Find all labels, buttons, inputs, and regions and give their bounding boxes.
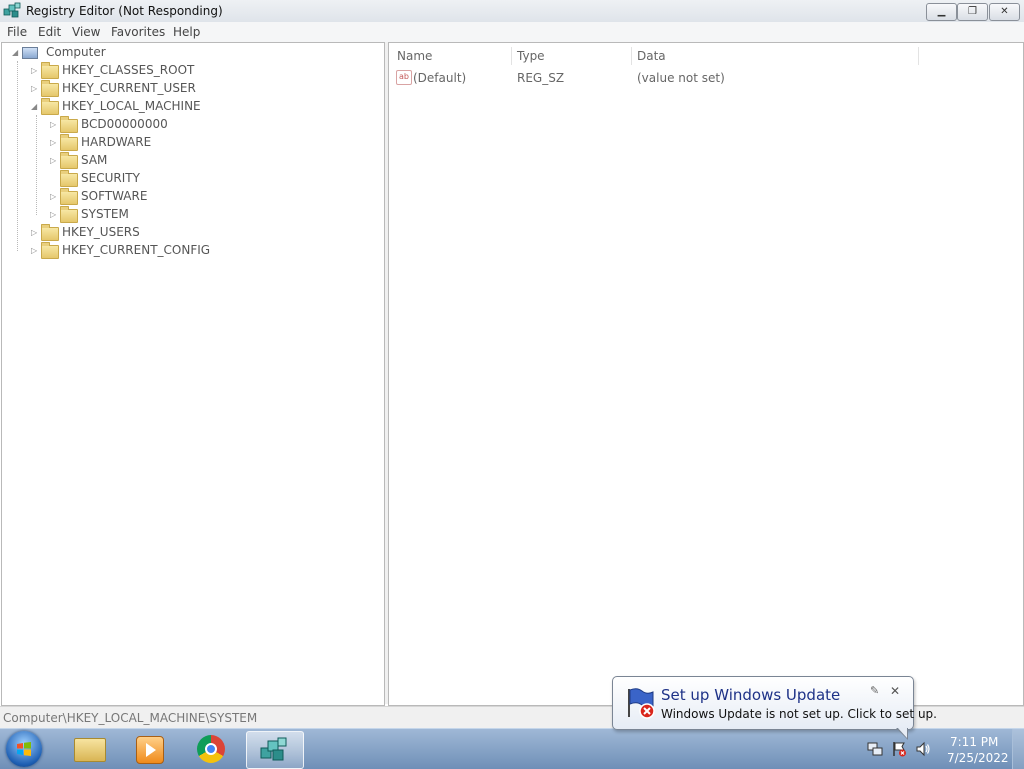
folder-icon xyxy=(60,170,78,187)
expand-arrow-icon[interactable]: ▷ xyxy=(50,157,58,165)
collapse-arrow-icon[interactable]: ◢ xyxy=(12,49,20,57)
tree-label: HKEY_CLASSES_ROOT xyxy=(62,63,195,77)
folder-icon xyxy=(60,116,78,133)
taskbar-chrome[interactable] xyxy=(184,731,240,767)
folder-icon xyxy=(60,188,78,205)
expand-arrow-icon[interactable]: ▷ xyxy=(50,211,58,219)
folder-icon xyxy=(41,242,59,259)
title-bar[interactable]: Registry Editor (Not Responding) ▁ ❐ ✕ xyxy=(0,0,1024,23)
menu-help[interactable]: Help xyxy=(173,25,200,39)
status-path: Computer\HKEY_LOCAL_MACHINE\SYSTEM xyxy=(3,711,258,725)
value-type: REG_SZ xyxy=(517,71,565,85)
tree-label: HKEY_USERS xyxy=(62,225,140,239)
balloon-tail-fill xyxy=(897,727,907,738)
tree-label: HKEY_CURRENT_USER xyxy=(62,81,196,95)
collapse-arrow-icon[interactable]: ◢ xyxy=(31,103,39,111)
windows-update-notification[interactable]: Set up Windows Update Windows Update is … xyxy=(612,676,937,740)
registry-tree[interactable]: ◢ Computer ▷ HKEY_CLASSES_ROOT ▷ HKEY_CU… xyxy=(1,42,385,706)
value-name: (Default) xyxy=(413,71,467,85)
chrome-icon xyxy=(197,735,225,763)
folder-icon xyxy=(41,80,59,97)
start-button[interactable] xyxy=(6,731,42,767)
menu-view[interactable]: View xyxy=(72,25,100,39)
column-divider[interactable] xyxy=(511,47,512,65)
clock-date[interactable]: 7/25/2022 xyxy=(947,751,1009,765)
tree-label: HKEY_CURRENT_CONFIG xyxy=(62,243,211,257)
folder-icon xyxy=(60,152,78,169)
clock-time[interactable]: 7:11 PM xyxy=(950,735,998,749)
column-divider[interactable] xyxy=(918,47,919,65)
column-header-data[interactable]: Data xyxy=(637,49,666,63)
computer-icon xyxy=(22,47,38,59)
menu-file[interactable]: File xyxy=(7,25,27,39)
tree-label: SYSTEM xyxy=(81,207,129,221)
tree-label: HKEY_LOCAL_MACHINE xyxy=(62,99,201,113)
notification-title[interactable]: Set up Windows Update xyxy=(661,686,840,704)
folder-icon xyxy=(41,62,59,79)
action-center-flag-icon xyxy=(628,688,655,719)
menu-bar: File Edit View Favorites Help xyxy=(0,22,1024,42)
tree-label: HARDWARE xyxy=(81,135,152,149)
notification-close-button[interactable]: ✕ xyxy=(890,684,900,698)
taskbar-media-player[interactable] xyxy=(122,731,178,767)
settings-wrench-icon[interactable]: ✎ xyxy=(870,684,879,697)
window-title: Registry Editor (Not Responding) xyxy=(26,4,223,18)
menu-favorites[interactable]: Favorites xyxy=(111,25,165,39)
expand-arrow-icon[interactable]: ▷ xyxy=(31,247,39,255)
tree-label: BCD00000000 xyxy=(81,117,168,131)
minimize-button[interactable]: ▁ xyxy=(926,3,957,21)
folder-icon xyxy=(41,224,59,241)
show-desktop-button[interactable] xyxy=(1012,729,1024,769)
notification-text[interactable]: Windows Update is not set up. Click to s… xyxy=(661,707,937,721)
maximize-button[interactable]: ❐ xyxy=(957,3,988,21)
windows-explorer-icon xyxy=(74,738,106,762)
registry-editor-icon xyxy=(3,2,21,18)
value-data: (value not set) xyxy=(637,71,725,85)
tree-label: SOFTWARE xyxy=(81,189,148,203)
menu-edit[interactable]: Edit xyxy=(38,25,61,39)
no-expander xyxy=(50,175,58,183)
registry-editor-icon xyxy=(260,737,287,761)
column-header-type[interactable]: Type xyxy=(517,49,545,63)
taskbar: 7:11 PM 7/25/2022 xyxy=(0,728,1024,769)
close-button[interactable]: ✕ xyxy=(989,3,1020,21)
folder-icon xyxy=(60,206,78,223)
expand-arrow-icon[interactable]: ▷ xyxy=(31,229,39,237)
column-divider[interactable] xyxy=(631,47,632,65)
network-icon[interactable] xyxy=(867,741,883,757)
taskbar-windows-explorer[interactable] xyxy=(62,731,118,767)
column-header-name[interactable]: Name xyxy=(397,49,432,63)
action-center-flag-icon[interactable] xyxy=(891,741,907,757)
taskbar-registry-editor[interactable] xyxy=(246,731,304,769)
volume-icon[interactable] xyxy=(915,741,931,757)
values-list[interactable]: Name Type Data ab (Default) REG_SZ (valu… xyxy=(388,42,1024,706)
folder-icon xyxy=(41,98,59,115)
windows-logo-icon xyxy=(17,742,31,756)
expand-arrow-icon[interactable]: ▷ xyxy=(50,193,58,201)
expand-arrow-icon[interactable]: ▷ xyxy=(50,121,58,129)
expand-arrow-icon[interactable]: ▷ xyxy=(31,85,39,93)
folder-icon xyxy=(60,134,78,151)
tree-label: Computer xyxy=(46,45,106,59)
string-value-icon: ab xyxy=(396,70,412,85)
expand-arrow-icon[interactable]: ▷ xyxy=(50,139,58,147)
tree-label: SECURITY xyxy=(81,171,140,185)
media-player-icon xyxy=(136,736,164,764)
expand-arrow-icon[interactable]: ▷ xyxy=(31,67,39,75)
tree-label: SAM xyxy=(81,153,108,167)
